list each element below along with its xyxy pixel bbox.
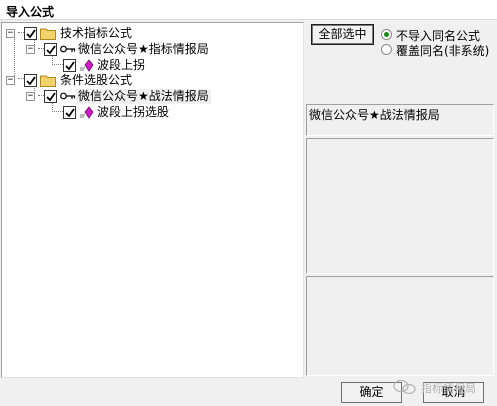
select-all-button[interactable]: 全部选中 bbox=[311, 24, 374, 45]
key-icon bbox=[60, 92, 76, 100]
tree-node-group[interactable]: − 技术指标公式 bbox=[2, 25, 302, 41]
tree-node-label: 条件选股公式 bbox=[60, 73, 133, 87]
checkbox-checked[interactable] bbox=[24, 27, 37, 40]
check-icon bbox=[26, 76, 36, 86]
title-bar: 导入公式 bbox=[0, 0, 497, 20]
tree-node-formula[interactable]: − 微信公众号★指标情报局 bbox=[2, 41, 302, 57]
tree-node-label-selected: 微信公众号★战法情报局 bbox=[76, 89, 211, 104]
check-icon bbox=[46, 92, 56, 102]
radio-overwrite-duplicates[interactable]: 覆盖同名(非系统) bbox=[381, 43, 495, 58]
collapse-toggle-icon[interactable]: − bbox=[6, 76, 15, 85]
checkbox-checked[interactable] bbox=[24, 74, 37, 87]
tree-node-label: 波段上拐 bbox=[97, 58, 146, 72]
formula-name-text: 微信公众号★战法情报局 bbox=[309, 108, 440, 122]
radio-unselected-icon[interactable] bbox=[381, 44, 392, 55]
formula-tree[interactable]: − 技术指标公式 − 微信公众号★指标情报局 波段上拐 − 条件选股公式 − 微… bbox=[1, 22, 304, 378]
check-icon bbox=[65, 61, 75, 71]
tree-node-item[interactable]: 波段上拐 bbox=[2, 57, 302, 73]
watermark-text: 指标情报局 bbox=[421, 382, 476, 395]
tree-node-formula[interactable]: − 微信公众号★战法情报局 bbox=[2, 88, 302, 104]
formula-details-panel bbox=[306, 276, 494, 376]
tree-node-label: 波段上拐选股 bbox=[97, 105, 170, 119]
folder-icon bbox=[40, 75, 56, 87]
check-icon bbox=[65, 108, 75, 118]
folder-icon bbox=[40, 28, 56, 40]
check-icon bbox=[46, 45, 56, 55]
import-formula-dialog: { "window": { "title": "导入公式" }, "tree":… bbox=[0, 0, 497, 406]
formula-gem-icon bbox=[80, 106, 94, 119]
formula-description-panel bbox=[306, 138, 494, 274]
checkbox-checked[interactable] bbox=[44, 43, 57, 56]
radio-skip-duplicates[interactable]: 不导入同名公式 bbox=[381, 28, 495, 43]
radio-selected-icon[interactable] bbox=[381, 29, 392, 40]
collapse-toggle-icon[interactable]: − bbox=[26, 45, 35, 54]
check-icon bbox=[26, 29, 36, 39]
tree-node-group[interactable]: − 条件选股公式 bbox=[2, 72, 302, 88]
formula-gem-icon bbox=[80, 59, 94, 72]
collapse-toggle-icon[interactable]: − bbox=[26, 92, 35, 101]
collapse-toggle-icon[interactable]: − bbox=[6, 29, 15, 38]
checkbox-checked[interactable] bbox=[63, 59, 76, 72]
formula-name-panel: 微信公众号★战法情报局 bbox=[306, 104, 494, 136]
chat-bubbles-icon bbox=[393, 380, 416, 394]
window-title: 导入公式 bbox=[6, 5, 55, 19]
tree-node-label: 微信公众号★指标情报局 bbox=[78, 42, 209, 56]
radio-label: 覆盖同名(非系统) bbox=[396, 44, 490, 58]
checkbox-checked[interactable] bbox=[63, 106, 76, 119]
checkbox-checked[interactable] bbox=[44, 90, 57, 103]
key-icon bbox=[60, 45, 76, 53]
tree-node-label: 技术指标公式 bbox=[60, 26, 133, 40]
tree-node-item[interactable]: 波段上拐选股 bbox=[2, 104, 302, 120]
